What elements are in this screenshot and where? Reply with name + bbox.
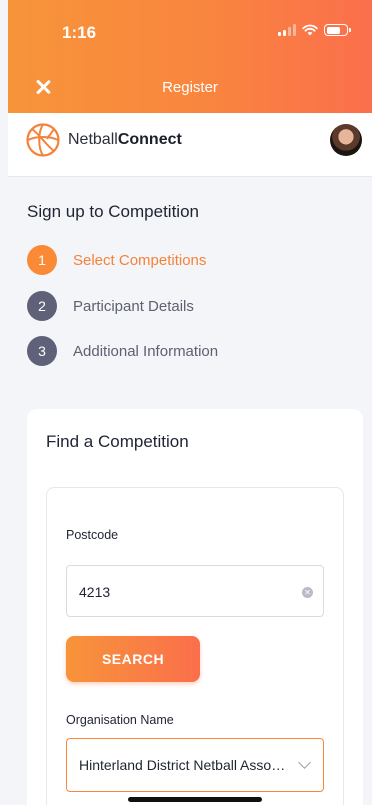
step-additional-information: 3 Additional Information — [27, 336, 218, 366]
page-title: Sign up to Competition — [27, 202, 199, 221]
status-time: 1:16 — [62, 23, 97, 42]
card-title: Find a Competition — [46, 432, 189, 451]
postcode-label: Postcode — [66, 528, 119, 542]
step-label: Participant Details — [73, 297, 194, 315]
step-number: 2 — [27, 291, 57, 321]
step-participant-details: 2 Participant Details — [27, 291, 194, 321]
search-form: Postcode 4213 ✕ SEARCH Organisation Name… — [46, 487, 344, 805]
organisation-label: Organisation Name — [66, 713, 174, 727]
brand-bar: NetballConnect — [8, 113, 372, 177]
top-bar: 1:16 Register — [8, 0, 372, 113]
brand-name: NetballConnect — [68, 131, 182, 148]
step-label: Additional Information — [73, 342, 219, 360]
step-select-competitions: 1 Select Competitions — [27, 245, 206, 275]
chevron-down-icon — [298, 756, 311, 769]
header-title: Register — [162, 79, 218, 96]
avatar[interactable] — [330, 124, 362, 156]
wifi-icon — [302, 24, 318, 36]
step-number: 1 — [27, 245, 57, 275]
home-indicator[interactable] — [128, 797, 262, 802]
status-icons — [278, 24, 351, 36]
organisation-select[interactable]: Hinterland District Netball Association — [66, 738, 324, 792]
clear-icon[interactable]: ✕ — [302, 587, 313, 598]
postcode-value: 4213 — [79, 584, 111, 600]
battery-icon — [324, 24, 351, 36]
search-button[interactable]: SEARCH — [66, 636, 200, 682]
find-competition-card: Find a Competition Postcode 4213 ✕ SEARC… — [27, 409, 363, 805]
step-number: 3 — [27, 336, 57, 366]
signal-icon — [278, 24, 296, 36]
netball-logo-icon — [26, 123, 60, 157]
organisation-value: Hinterland District Netball Association — [79, 757, 289, 773]
postcode-input[interactable]: 4213 ✕ — [66, 565, 324, 617]
step-label: Select Competitions — [73, 251, 207, 269]
